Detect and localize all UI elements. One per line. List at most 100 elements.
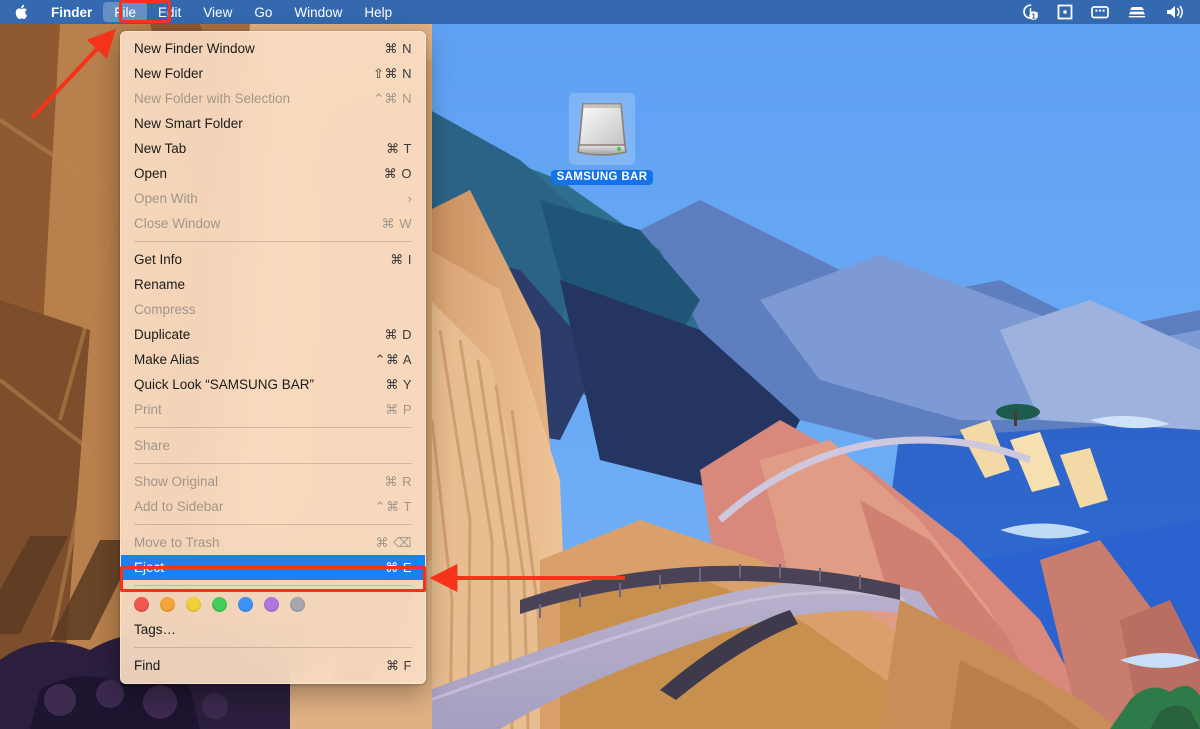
menu-item-compress: Compress bbox=[121, 297, 425, 322]
menu-bar-item-window[interactable]: Window bbox=[283, 2, 353, 22]
menu-item-label: New Smart Folder bbox=[134, 116, 378, 131]
tag-color-yellow[interactable] bbox=[186, 597, 201, 612]
menu-bar-label: Edit bbox=[158, 5, 181, 20]
menu-item-label: Get Info bbox=[134, 252, 378, 267]
battery-stacks-icon[interactable] bbox=[1126, 0, 1148, 24]
menu-item-shortcut: ⌃⌘ N bbox=[373, 91, 412, 107]
menu-item-make-alias[interactable]: Make Alias ⌃⌘ A bbox=[121, 347, 425, 372]
menu-item-shortcut: ⌘ Y bbox=[378, 377, 412, 393]
apple-glyph bbox=[14, 4, 28, 20]
menu-separator bbox=[134, 647, 412, 648]
menu-item-shortcut: ⇧⌘ N bbox=[373, 66, 412, 82]
menu-item-add-to-sidebar: Add to Sidebar ⌃⌘ T bbox=[121, 494, 425, 519]
menu-bar-items: Finder File Edit View Go Window Help bbox=[0, 0, 403, 24]
menu-item-open[interactable]: Open ⌘ O bbox=[121, 161, 425, 186]
menu-item-share: Share bbox=[121, 433, 425, 458]
menu-item-tags[interactable]: Tags… bbox=[121, 617, 425, 642]
menu-item-label: New Folder with Selection bbox=[134, 91, 373, 106]
menu-bar-item-file[interactable]: File bbox=[103, 2, 147, 22]
menu-separator bbox=[134, 524, 412, 525]
menu-item-label: Share bbox=[134, 438, 378, 453]
menu-item-label: New Folder bbox=[134, 66, 373, 81]
desktop-drive-item[interactable]: SAMSUNG BAR bbox=[556, 93, 648, 193]
menu-item-rename[interactable]: Rename bbox=[121, 272, 425, 297]
menu-separator bbox=[134, 241, 412, 242]
menu-item-label: Make Alias bbox=[134, 352, 375, 367]
menu-item-label: Move to Trash bbox=[134, 535, 376, 550]
file-menu-dropdown: New Finder Window ⌘ N New Folder ⇧⌘ N Ne… bbox=[120, 31, 426, 684]
menu-item-shortcut: ⌘ ⌫ bbox=[376, 535, 413, 551]
menu-item-move-to-trash: Move to Trash ⌘ ⌫ bbox=[121, 530, 425, 555]
apple-logo-icon[interactable] bbox=[0, 2, 40, 22]
menu-item-label: Open bbox=[134, 166, 378, 181]
menu-item-shortcut: ⌘ O bbox=[378, 166, 412, 182]
menu-item-eject[interactable]: Eject ⌘ E bbox=[121, 555, 425, 580]
external-hard-drive-icon[interactable] bbox=[569, 93, 635, 165]
menu-item-shortcut: ⌘ F bbox=[378, 658, 412, 674]
menu-item-label: Close Window bbox=[134, 216, 378, 231]
menu-item-shortcut: ⌘ I bbox=[378, 252, 412, 268]
menu-item-shortcut: ⌘ E bbox=[378, 560, 412, 576]
menu-bar-item-go[interactable]: Go bbox=[243, 2, 283, 22]
menu-bar-label: Help bbox=[364, 5, 392, 20]
tag-color-row bbox=[121, 591, 425, 617]
menu-item-label: Add to Sidebar bbox=[134, 499, 375, 514]
drive-label: SAMSUNG BAR bbox=[551, 170, 654, 185]
hard-drive-glyph bbox=[575, 98, 629, 160]
menu-item-label: Show Original bbox=[134, 474, 378, 489]
menu-bar-item-help[interactable]: Help bbox=[353, 2, 403, 22]
menu-item-shortcut: ⌘ P bbox=[378, 402, 412, 418]
menu-bar-status-items: 1 bbox=[1020, 0, 1200, 24]
airplay-display-icon[interactable] bbox=[1056, 0, 1074, 24]
time-machine-icon[interactable]: 1 bbox=[1020, 0, 1040, 24]
menu-item-open-with: Open With › bbox=[121, 186, 425, 211]
menu-bar-item-view[interactable]: View bbox=[192, 2, 243, 22]
menu-separator bbox=[134, 463, 412, 464]
menu-item-label: New Tab bbox=[134, 141, 378, 156]
menu-bar-item-edit[interactable]: Edit bbox=[147, 2, 192, 22]
menu-item-shortcut: ⌘ D bbox=[378, 327, 412, 343]
tag-color-blue[interactable] bbox=[238, 597, 253, 612]
chevron-right-icon: › bbox=[408, 191, 412, 206]
menu-item-quick-look[interactable]: Quick Look “SAMSUNG BAR” ⌘ Y bbox=[121, 372, 425, 397]
menu-bar-label: View bbox=[203, 5, 232, 20]
menu-item-shortcut: ⌘ W bbox=[378, 216, 412, 232]
menu-separator bbox=[134, 427, 412, 428]
menu-bar-item-finder[interactable]: Finder bbox=[40, 2, 103, 22]
menu-separator bbox=[134, 585, 412, 586]
menu-item-label: Compress bbox=[134, 302, 378, 317]
menu-item-new-tab[interactable]: New Tab ⌘ T bbox=[121, 136, 425, 161]
menu-item-label: Quick Look “SAMSUNG BAR” bbox=[134, 377, 378, 392]
menu-item-new-finder-window[interactable]: New Finder Window ⌘ N bbox=[121, 36, 425, 61]
menu-bar-label: Finder bbox=[51, 5, 92, 20]
menu-item-shortcut: ⌃⌘ T bbox=[375, 499, 412, 515]
volume-glyph bbox=[1164, 3, 1186, 21]
tag-color-purple[interactable] bbox=[264, 597, 279, 612]
svg-text:1: 1 bbox=[1032, 14, 1036, 21]
menu-item-duplicate[interactable]: Duplicate ⌘ D bbox=[121, 322, 425, 347]
menu-item-label: Eject bbox=[134, 560, 378, 575]
control-center-glyph bbox=[1090, 3, 1110, 21]
menu-bar: Finder File Edit View Go Window Help 1 bbox=[0, 0, 1200, 24]
menu-item-label: Find bbox=[134, 658, 378, 673]
menu-item-new-smart-folder[interactable]: New Smart Folder bbox=[121, 111, 425, 136]
menu-item-label: Rename bbox=[134, 277, 378, 292]
menu-item-label: Print bbox=[134, 402, 378, 417]
menu-item-label: Duplicate bbox=[134, 327, 378, 342]
tag-color-orange[interactable] bbox=[160, 597, 175, 612]
tag-color-green[interactable] bbox=[212, 597, 227, 612]
battery-stacks-glyph bbox=[1126, 3, 1148, 21]
menu-item-new-folder-with-selection: New Folder with Selection ⌃⌘ N bbox=[121, 86, 425, 111]
menu-item-label: Open With bbox=[134, 191, 408, 206]
menu-item-get-info[interactable]: Get Info ⌘ I bbox=[121, 247, 425, 272]
menu-item-shortcut: ⌘ R bbox=[378, 474, 412, 490]
menu-bar-label: Window bbox=[294, 5, 342, 20]
menu-bar-label: Go bbox=[254, 5, 272, 20]
tag-color-gray[interactable] bbox=[290, 597, 305, 612]
control-center-icon[interactable] bbox=[1090, 0, 1110, 24]
menu-item-new-folder[interactable]: New Folder ⇧⌘ N bbox=[121, 61, 425, 86]
volume-speaker-icon[interactable] bbox=[1164, 0, 1186, 24]
tag-color-red[interactable] bbox=[134, 597, 149, 612]
menu-item-shortcut: ⌃⌘ A bbox=[375, 352, 412, 368]
menu-item-find[interactable]: Find ⌘ F bbox=[121, 653, 425, 678]
